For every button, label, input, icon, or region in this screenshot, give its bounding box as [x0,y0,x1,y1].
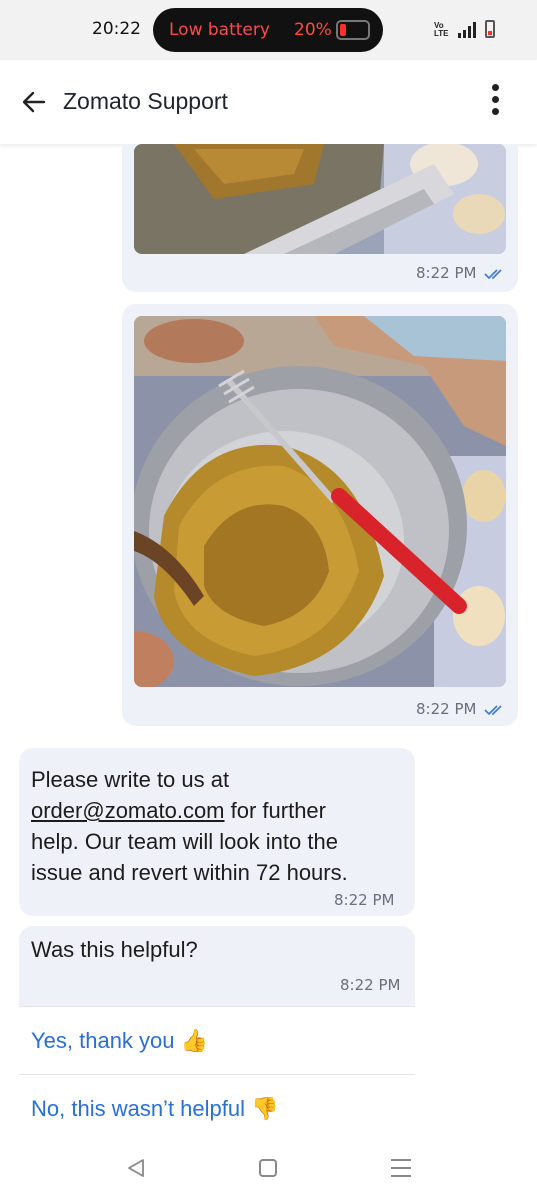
read-receipt-icon [484,269,502,280]
message-time: 8:22 PM [416,264,477,282]
status-time: 20:22 [92,19,141,39]
nav-recents-icon[interactable] [391,1159,411,1177]
status-bar: 20:22 Low battery 20% Vo LTE [0,0,537,60]
low-battery-pill: Low battery 20% [153,8,383,52]
email-link[interactable]: order@zomato.com [31,798,225,823]
message-time: 8:22 PM [340,976,401,994]
support-message-bubble: Please write to us at order@zomato.com f… [19,748,415,916]
message-line: order@zomato.com for further [31,798,326,823]
back-arrow-icon[interactable] [20,88,48,116]
battery-icon [336,20,370,40]
image-message-bubble: 8:22 PM [122,144,518,292]
chat-area[interactable]: 8:22 PM 8:22 PM Please write to us at or… [0,144,537,1144]
nav-home-icon[interactable] [259,1159,277,1177]
read-receipt-icon [484,705,502,716]
battery-percent: 20% [294,20,332,40]
feedback-yes-button[interactable]: Yes, thank you 👍 [19,1006,415,1074]
message-line: Please write to us at [31,767,230,792]
food-photo-plate[interactable] [134,316,506,687]
feedback-bubble: Was this helpful? 8:22 PM Yes, thank you… [19,926,415,1144]
message-time: 8:22 PM [334,891,395,909]
status-icons: Vo LTE [434,20,495,38]
more-options-icon[interactable] [488,84,502,120]
message-line: help. Our team will look into the [31,829,338,854]
feedback-no-button[interactable]: No, this wasn’t helpful 👎 [19,1074,415,1142]
battery-mini-icon [485,20,495,38]
signal-icon [458,22,476,38]
message-line: issue and revert within 72 hours. [31,860,348,885]
food-photo-packet[interactable] [134,144,506,254]
nav-back-icon[interactable] [126,1158,146,1178]
feedback-question: Was this helpful? [31,937,198,962]
image-message-bubble: 8:22 PM [122,304,518,726]
volte-icon: Vo LTE [434,21,449,38]
low-battery-label: Low battery [169,20,270,40]
message-time: 8:22 PM [416,700,477,718]
page-title: Zomato Support [63,88,228,114]
app-header: Zomato Support [0,60,537,144]
system-nav-bar [0,1135,537,1200]
support-message-text: Please write to us at order@zomato.com f… [31,764,348,888]
